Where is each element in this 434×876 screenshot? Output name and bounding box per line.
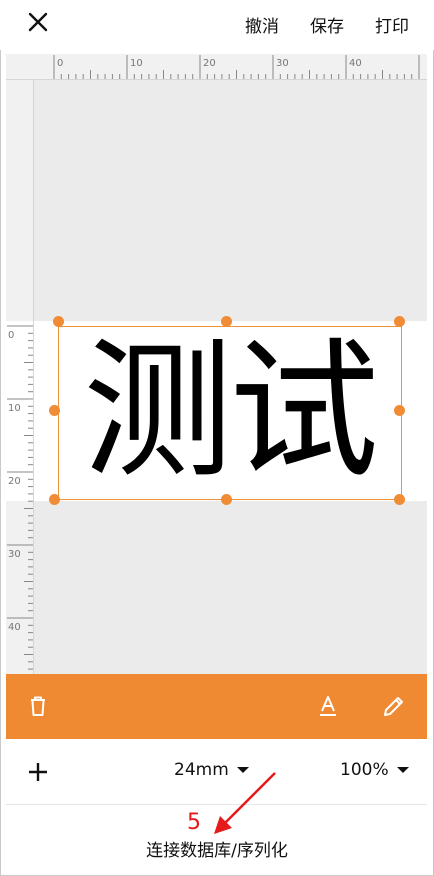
close-icon[interactable] [26, 10, 50, 34]
vertical-ruler: 0 10 20 30 40 [6, 54, 34, 674]
zoom-value: 100% [340, 760, 389, 780]
edit-toolbar [6, 674, 427, 739]
resize-handle-bottom-right[interactable] [394, 494, 405, 505]
pencil-icon[interactable] [380, 692, 408, 720]
resize-handle-left[interactable] [49, 405, 60, 416]
resize-handle-top-right[interactable] [394, 316, 405, 327]
ruler-label: 40 [8, 622, 21, 633]
resize-handle-bottom[interactable] [221, 494, 232, 505]
ruler-label: 30 [276, 58, 289, 69]
ruler-corner [6, 54, 33, 79]
step-number: 5 [187, 810, 201, 835]
top-bar: 撤消 保存 打印 [0, 0, 434, 50]
zoom-dropdown[interactable]: 100% [340, 760, 409, 780]
annotation-arrow [214, 772, 276, 834]
resize-handle-right[interactable] [394, 405, 405, 416]
print-button[interactable]: 打印 [375, 12, 409, 37]
ruler-label: 0 [8, 330, 14, 341]
resize-handle-top[interactable] [221, 316, 232, 327]
ruler-label: 20 [8, 476, 21, 487]
ruler-label: 30 [8, 549, 21, 560]
plus-icon[interactable] [24, 758, 52, 786]
resize-handle-top-left[interactable] [53, 316, 64, 327]
save-button[interactable]: 保存 [310, 12, 344, 37]
text-format-icon[interactable] [314, 692, 342, 720]
undo-button[interactable]: 撤消 [245, 12, 279, 37]
selection-box[interactable] [58, 326, 402, 500]
trash-icon[interactable] [24, 692, 52, 720]
ruler-label: 0 [57, 58, 63, 69]
horizontal-ruler: 0 10 20 30 40 [6, 54, 427, 80]
ruler-label: 10 [8, 403, 21, 414]
connect-database-button[interactable]: 连接数据库/序列化 [0, 836, 434, 861]
chevron-down-icon [396, 767, 409, 773]
resize-handle-bottom-left[interactable] [49, 494, 60, 505]
ruler-label: 20 [203, 58, 216, 69]
label-canvas[interactable]: 0 10 20 30 40 0 10 20 30 40 测试 [6, 54, 427, 674]
ruler-label: 40 [349, 58, 362, 69]
ruler-label: 10 [130, 58, 143, 69]
